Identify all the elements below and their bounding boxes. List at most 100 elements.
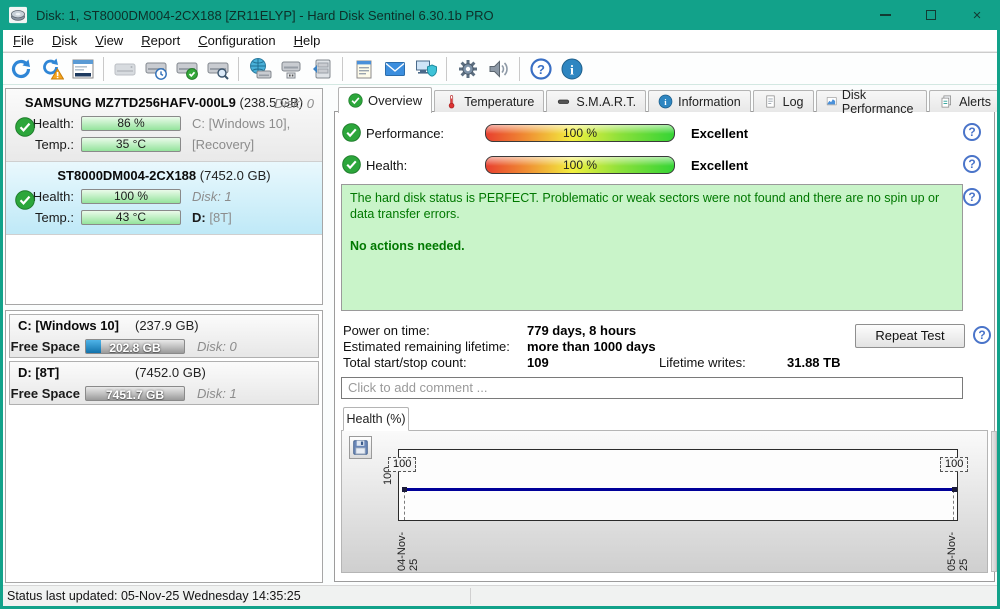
partition-disk-number: Disk: 1 (197, 385, 237, 401)
free-space-bar: 7451.7 GB (85, 385, 185, 401)
partition-item-c[interactable]: C: [Windows 10] (237.9 GB) Free Space 20… (9, 314, 319, 358)
help-icon[interactable]: ? (525, 55, 556, 83)
email-report-icon[interactable] (379, 55, 410, 83)
disk-network-icon[interactable] (244, 55, 275, 83)
performance-label: Performance: (366, 126, 445, 141)
health-value-bar: 100 % (81, 189, 181, 204)
temp-value: 35 °C (115, 137, 147, 151)
minimize-icon (879, 14, 891, 16)
temp-value-bar: 43 °C (81, 210, 181, 225)
save-chart-button[interactable] (349, 436, 372, 459)
repeat-test-help-icon[interactable]: ? (973, 326, 991, 344)
tab-label: Alerts (959, 94, 992, 109)
disk-test-ok-icon[interactable] (171, 55, 202, 83)
close-button[interactable]: × (954, 0, 1000, 30)
disk-title: ST8000DM004-2CX188 (7452.0 GB) (6, 165, 322, 186)
about-info-icon[interactable]: i (556, 55, 587, 83)
tab-alerts[interactable]: Alerts (929, 90, 1000, 112)
disk-surface-test-icon[interactable] (202, 55, 233, 83)
disk-offline-icon[interactable] (109, 55, 140, 83)
disk-size: (7452.0 GB) (199, 168, 271, 183)
health-help-icon[interactable]: ? (963, 155, 981, 173)
info-icon: i (658, 94, 673, 109)
svg-text:i: i (570, 63, 574, 78)
status-action: No actions needed. (350, 239, 465, 253)
chart-x-tick-right: 05-Nov-25 (946, 531, 970, 571)
window-border-left (0, 30, 3, 609)
tab-log[interactable]: Log (752, 90, 814, 112)
disk-drive-letter: D: [8T] (192, 210, 232, 225)
health-value: 86 % (117, 116, 145, 130)
maximize-button[interactable] (908, 0, 954, 30)
refresh-icon[interactable] (5, 55, 36, 83)
menu-disk[interactable]: Disk (43, 31, 86, 50)
free-space-value: 202.8 GB (109, 340, 161, 354)
minimize-button[interactable] (862, 0, 908, 30)
tab-temperature[interactable]: Temperature (434, 90, 545, 112)
refresh-warning-icon[interactable] (36, 55, 67, 83)
tab-label: Temperature (464, 94, 535, 109)
tab-label: Information (678, 94, 741, 109)
remaining-lifetime-label: Estimated remaining lifetime: (343, 339, 510, 354)
disk-partitions-line1: C: [Windows 10], (192, 116, 291, 131)
menu-configuration[interactable]: Configuration (189, 31, 284, 50)
chart-dashed-guide-left (404, 490, 405, 520)
chart-plot-area (398, 449, 958, 521)
settings-gear-icon[interactable] (452, 55, 483, 83)
toolbar-separator (238, 56, 239, 81)
performance-help-icon[interactable]: ? (963, 123, 981, 141)
network-status-icon[interactable] (410, 55, 441, 83)
tab-smart[interactable]: S.M.A.R.T. (546, 90, 647, 112)
tab-label: S.M.A.R.T. (576, 94, 637, 109)
health-gauge: 100 % (485, 156, 675, 174)
title-bar: Disk: 1, ST8000DM004-2CX188 [ZR11ELYP] -… (0, 0, 1000, 30)
partition-disk-number: Disk: 0 (197, 338, 237, 354)
tab-disk-performance[interactable]: Disk Performance (815, 88, 928, 116)
partition-list: C: [Windows 10] (237.9 GB) Free Space 20… (5, 310, 323, 583)
health-trend-chart: 100 100 100 04-Nov-25 05-Nov-25 (341, 430, 988, 573)
disk-list-item-0[interactable]: SAMSUNG MZ7TD256HAFV-000L9 (238.5 GB) Di… (6, 89, 322, 162)
disk-number: Disk: 1 (192, 189, 232, 204)
power-on-time-value: 779 days, 8 hours (527, 323, 637, 338)
tab-label: Log (782, 94, 804, 109)
disk-list-item-1-selected[interactable]: ST8000DM004-2CX188 (7452.0 GB) Health: 1… (6, 162, 322, 235)
menu-report[interactable]: Report (132, 31, 189, 50)
menu-view[interactable]: View (86, 31, 132, 50)
smart-drive-icon (558, 99, 570, 104)
menu-help[interactable]: Help (285, 31, 330, 50)
close-icon: × (972, 6, 982, 24)
temp-label: Temp.: (34, 137, 74, 152)
disk-schedule-icon[interactable] (140, 55, 171, 83)
partition-item-d[interactable]: D: [8T] (7452.0 GB) Free Space 7451.7 GB… (9, 361, 319, 405)
disk-number: Disk: 0 (274, 96, 314, 111)
toolbar-separator (103, 56, 104, 81)
alerts-pages-icon (941, 95, 952, 108)
temp-value: 43 °C (115, 210, 147, 224)
maximize-icon (926, 10, 936, 20)
menu-file[interactable]: File (4, 31, 43, 50)
disk-usb-icon[interactable] (275, 55, 306, 83)
start-stop-count-value: 109 (527, 355, 549, 370)
sound-alerts-icon[interactable] (483, 55, 514, 83)
chart-tab-health[interactable]: Health (%) (343, 407, 409, 431)
health-value-bar: 86 % (81, 116, 181, 131)
tab-label: Disk Performance (841, 87, 914, 116)
status-text: Status last updated: 05-Nov-25 Wednesday… (7, 589, 301, 603)
app-logo-disk-icon (9, 6, 27, 24)
partition-name: C: [Windows 10] (18, 318, 119, 333)
tab-overview[interactable]: Overview (338, 87, 433, 113)
chart-point-left (402, 487, 407, 492)
status-bar-divider (470, 588, 471, 604)
menu-bar: File Disk View Report Configuration Help (0, 30, 1000, 52)
comment-field[interactable]: Click to add comment ... (341, 377, 963, 399)
disk-status-textbox: The hard disk status is PERFECT. Problem… (341, 184, 963, 311)
disk-remove-icon[interactable] (306, 55, 337, 83)
thermometer-icon (448, 95, 455, 109)
status-help-icon[interactable]: ? (963, 188, 981, 206)
repeat-test-button[interactable]: Repeat Test (855, 324, 965, 348)
health-label: Health: (366, 158, 408, 173)
details-panel-icon[interactable] (67, 55, 98, 83)
report-notepad-icon[interactable] (348, 55, 379, 83)
tab-information[interactable]: i Information (648, 90, 751, 112)
toolbar-separator (342, 56, 343, 81)
